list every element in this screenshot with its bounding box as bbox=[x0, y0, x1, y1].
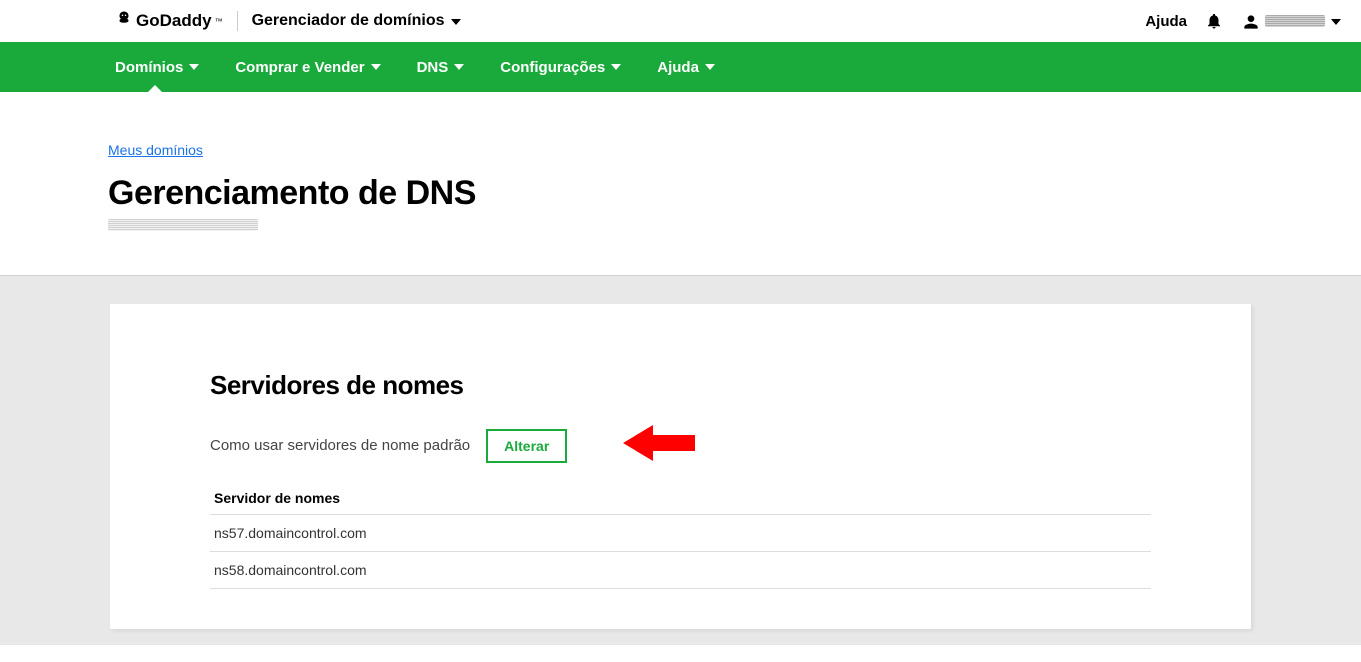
chevron-down-icon bbox=[451, 19, 461, 25]
chevron-down-icon bbox=[705, 64, 715, 70]
page-heading-section: Meus domínios Gerenciamento de DNS bbox=[0, 92, 1361, 231]
nameservers-desc-row: Como usar servidores de nome padrão Alte… bbox=[210, 423, 1151, 468]
chevron-down-icon bbox=[1331, 19, 1341, 25]
chevron-down-icon bbox=[454, 64, 464, 70]
header-divider bbox=[237, 11, 238, 31]
callout-arrow-icon bbox=[623, 423, 695, 468]
help-link[interactable]: Ajuda bbox=[1145, 13, 1187, 30]
nameservers-title: Servidores de nomes bbox=[210, 370, 1151, 401]
nav-label: DNS bbox=[417, 59, 449, 76]
table-row: ns58.domaincontrol.com bbox=[210, 552, 1151, 589]
nav-label: Configurações bbox=[500, 59, 605, 76]
breadcrumb-meus-dominios[interactable]: Meus domínios bbox=[108, 142, 203, 158]
page-title: Gerenciamento de DNS bbox=[108, 174, 1361, 213]
logo[interactable]: GoDaddy™ bbox=[115, 10, 223, 33]
nameservers-card: Servidores de nomes Como usar servidores… bbox=[110, 304, 1251, 629]
logo-text: GoDaddy bbox=[136, 11, 212, 31]
domain-manager-dropdown[interactable]: Gerenciador de domínios bbox=[252, 12, 461, 30]
nav-item-dominios[interactable]: Domínios bbox=[115, 42, 217, 92]
notifications-bell-icon[interactable] bbox=[1205, 12, 1223, 30]
nav-label: Comprar e Vender bbox=[235, 59, 364, 76]
person-icon bbox=[1241, 12, 1259, 30]
domain-name-redacted bbox=[108, 219, 258, 231]
chevron-down-icon bbox=[611, 64, 621, 70]
top-header: GoDaddy™ Gerenciador de domínios Ajuda bbox=[0, 0, 1361, 42]
account-name-redacted bbox=[1265, 15, 1325, 27]
nav-item-ajuda[interactable]: Ajuda bbox=[639, 42, 733, 92]
nav-label: Domínios bbox=[115, 59, 183, 76]
main-nav: Domínios Comprar e Vender DNS Configuraç… bbox=[0, 42, 1361, 92]
alterar-button[interactable]: Alterar bbox=[486, 429, 567, 463]
nav-label: Ajuda bbox=[657, 59, 699, 76]
chevron-down-icon bbox=[189, 64, 199, 70]
nameservers-table: Servidor de nomes ns57.domaincontrol.com… bbox=[210, 482, 1151, 589]
top-header-left: GoDaddy™ Gerenciador de domínios bbox=[115, 10, 461, 33]
table-header-servidor: Servidor de nomes bbox=[210, 482, 1151, 515]
nav-item-configuracoes[interactable]: Configurações bbox=[482, 42, 639, 92]
domain-manager-label: Gerenciador de domínios bbox=[252, 12, 445, 30]
nav-item-comprar-vender[interactable]: Comprar e Vender bbox=[217, 42, 398, 92]
table-row: ns57.domaincontrol.com bbox=[210, 515, 1151, 552]
nameservers-description: Como usar servidores de nome padrão bbox=[210, 437, 470, 454]
nav-item-dns[interactable]: DNS bbox=[399, 42, 483, 92]
content-area: Servidores de nomes Como usar servidores… bbox=[0, 275, 1361, 645]
account-dropdown[interactable] bbox=[1241, 12, 1341, 30]
top-header-right: Ajuda bbox=[1145, 12, 1341, 30]
godaddy-logo-icon bbox=[115, 10, 133, 33]
chevron-down-icon bbox=[371, 64, 381, 70]
logo-trademark: ™ bbox=[215, 17, 223, 26]
